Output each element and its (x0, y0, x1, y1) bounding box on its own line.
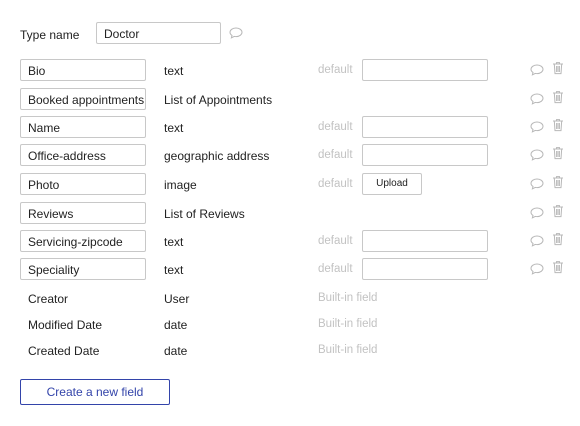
field-type: date (164, 318, 188, 332)
comment-icon[interactable] (530, 263, 544, 278)
field-type: User (164, 292, 190, 306)
comment-icon[interactable] (530, 207, 544, 222)
comment-icon[interactable] (530, 121, 544, 136)
field-type: List of Appointments (164, 93, 273, 107)
field-row: Speciality text default (20, 258, 575, 280)
default-value-input[interactable] (362, 144, 488, 166)
field-row: Reviews List of Reviews (20, 202, 575, 224)
field-type: text (164, 64, 184, 78)
builtin-field-name: Created Date (28, 344, 100, 358)
field-row: Photo image default Upload (20, 173, 575, 195)
trash-icon[interactable] (552, 260, 564, 277)
comment-icon[interactable] (530, 64, 544, 79)
trash-icon[interactable] (552, 232, 564, 249)
comment-icon[interactable] (530, 178, 544, 193)
comment-icon[interactable] (530, 149, 544, 164)
field-type: List of Reviews (164, 207, 245, 221)
trash-icon[interactable] (552, 175, 564, 192)
trash-icon[interactable] (552, 61, 564, 78)
field-row: Bio text default (20, 59, 575, 81)
field-type: text (164, 121, 184, 135)
default-value-input[interactable] (362, 116, 488, 138)
default-label: default (318, 64, 353, 76)
type-name-label: Type name (20, 28, 80, 42)
field-type: text (164, 263, 184, 277)
trash-icon[interactable] (552, 90, 564, 107)
field-name-input[interactable]: Servicing-zipcode (20, 230, 146, 252)
field-name-input[interactable]: Office-address (20, 144, 146, 166)
default-label: default (318, 149, 353, 161)
builtin-field-row: Created Date date Built-in field (20, 339, 575, 361)
default-label: default (318, 235, 353, 247)
field-type: image (164, 178, 197, 192)
trash-icon[interactable] (552, 204, 564, 221)
field-row: Name text default (20, 116, 575, 138)
field-row: Servicing-zipcode text default (20, 230, 575, 252)
default-label: default (318, 178, 353, 190)
builtin-field-name: Creator (28, 292, 69, 306)
field-name-input[interactable]: Speciality (20, 258, 146, 280)
field-row: Booked appointments List of Appointments (20, 88, 575, 110)
field-name-input[interactable]: Photo (20, 173, 146, 195)
upload-button[interactable]: Upload (362, 173, 422, 195)
builtin-field-row: Creator User Built-in field (20, 287, 575, 309)
builtin-field-note: Built-in field (318, 344, 378, 356)
builtin-field-note: Built-in field (318, 292, 378, 304)
type-name-row: Type name Doctor (20, 22, 580, 44)
trash-icon[interactable] (552, 118, 564, 135)
comment-icon[interactable] (229, 27, 243, 42)
field-name-input[interactable]: Bio (20, 59, 146, 81)
comment-icon[interactable] (530, 235, 544, 250)
builtin-field-row: Modified Date date Built-in field (20, 313, 575, 335)
builtin-field-name: Modified Date (28, 318, 103, 332)
field-name-input[interactable]: Reviews (20, 202, 146, 224)
default-value-input[interactable] (362, 230, 488, 252)
field-name-input[interactable]: Name (20, 116, 146, 138)
field-name-input[interactable]: Booked appointments (20, 88, 146, 110)
default-label: default (318, 263, 353, 275)
default-label: default (318, 121, 353, 133)
default-value-input[interactable] (362, 258, 488, 280)
type-name-input[interactable]: Doctor (96, 22, 221, 44)
field-type: date (164, 344, 188, 358)
default-value-input[interactable] (362, 59, 488, 81)
builtin-field-note: Built-in field (318, 318, 378, 330)
comment-icon[interactable] (530, 93, 544, 108)
field-row: Office-address geographic address default (20, 144, 575, 166)
field-type: geographic address (164, 149, 270, 163)
create-new-field-button[interactable]: Create a new field (20, 379, 170, 405)
field-type: text (164, 235, 184, 249)
trash-icon[interactable] (552, 146, 564, 163)
